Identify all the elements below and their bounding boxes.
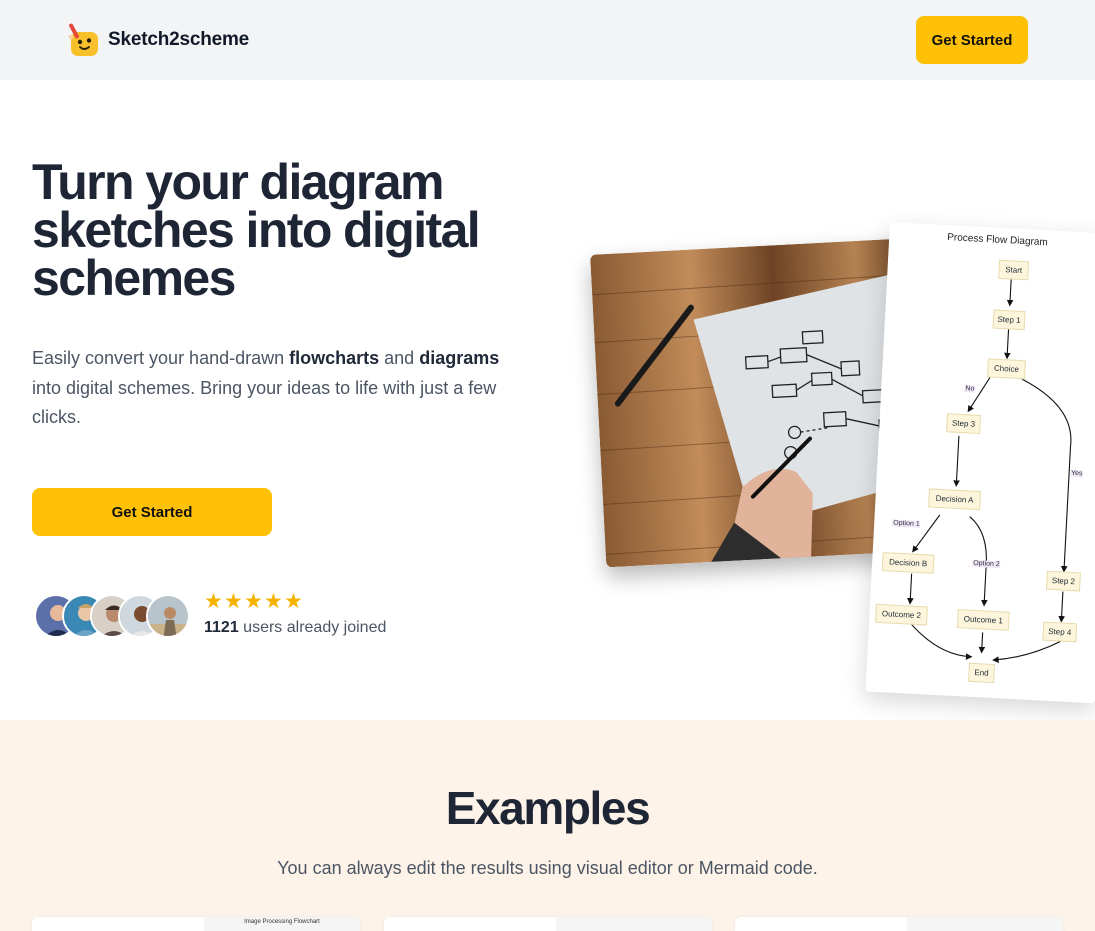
hero-subtitle-text: and <box>379 348 420 368</box>
hero-get-started-button[interactable]: Get Started <box>32 488 272 536</box>
hero-subtitle-diagrams: diagrams <box>419 348 500 368</box>
examples-subtitle: You can always edit the results using vi… <box>277 858 818 878</box>
example-diagram-preview <box>556 917 712 931</box>
avatar <box>146 594 190 638</box>
hero-subtitle: Easily convert your hand-drawn flowchart… <box>32 344 512 433</box>
star-icon: ★ <box>224 590 243 613</box>
star-icon: ★ <box>244 590 263 613</box>
example-card[interactable]: Image Processing Flowchart <box>32 917 360 931</box>
users-joined: 1121 users already joined <box>204 619 386 637</box>
flow-node: Step 2 <box>1045 570 1081 592</box>
hero-subtitle-flowcharts: flowcharts <box>289 348 380 368</box>
star-icon: ★ <box>204 590 223 613</box>
flow-node: Start <box>998 259 1030 281</box>
flow-node: Choice <box>987 358 1026 380</box>
flow-node: Outcome 2 <box>875 603 928 626</box>
star-icon: ★ <box>284 590 303 613</box>
edge-label: Yes <box>1069 469 1084 478</box>
sticky-note-pencil-icon <box>68 22 102 58</box>
flow-node: Decision B <box>881 552 935 574</box>
flow-node: Step 4 <box>1042 621 1078 643</box>
example-card[interactable] <box>735 917 1063 931</box>
edge-label: Option 2 <box>972 559 1001 569</box>
users-joined-text: users already joined <box>238 619 387 636</box>
examples-title: Examples <box>445 782 651 834</box>
users-count: 1121 <box>204 619 239 636</box>
flow-node: Decision A <box>928 488 982 511</box>
brand-logo[interactable]: Sketch2scheme <box>68 22 249 58</box>
edge-label: Option 1 <box>892 519 921 529</box>
top-navbar: Sketch2scheme Get Started <box>0 0 1095 80</box>
hero-title: Turn your diagram sketches into digital … <box>32 154 481 306</box>
flowchart-card: Process Flow Diagram Start Step 1 Choice… <box>865 222 1095 704</box>
flow-node: End <box>968 662 996 684</box>
edge-label: No <box>964 385 976 393</box>
flow-node: Step 3 <box>946 413 982 435</box>
example-diagram-preview <box>907 917 1063 931</box>
star-icon: ★ <box>264 590 283 613</box>
flow-node: Outcome 1 <box>956 609 1010 631</box>
example-card-caption: Image Processing Flowchart <box>244 919 320 925</box>
hero-subtitle-text: Easily convert your hand-drawn <box>32 348 290 368</box>
nav-get-started-button[interactable]: Get Started <box>916 16 1028 64</box>
rating-stars: ★ ★ ★ ★ ★ <box>204 591 304 613</box>
example-card[interactable] <box>384 917 712 931</box>
hero-subtitle-text: into digital schemes. Bring your ideas t… <box>32 377 497 428</box>
flow-node: Step 1 <box>992 309 1026 331</box>
examples-section: Examples You can always edit the results… <box>0 720 1095 931</box>
brand-name: Sketch2scheme <box>108 29 250 50</box>
user-avatars <box>34 594 194 638</box>
